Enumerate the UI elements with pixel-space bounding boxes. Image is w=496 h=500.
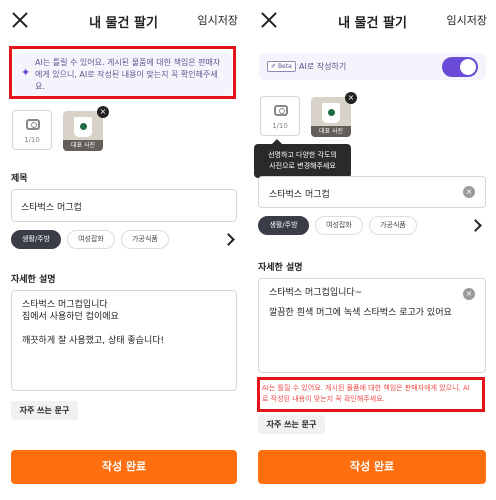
temp-save-button[interactable]: 임시저장 (198, 12, 238, 28)
photo-count: 1/10 (272, 122, 288, 130)
starbucks-logo (328, 109, 335, 116)
category-chip[interactable]: 생활/주방 (258, 216, 309, 235)
photo-count: 1/10 (24, 136, 40, 144)
description-label: 자세한 설명 (258, 263, 303, 273)
category-chip[interactable]: 가공식품 (121, 230, 169, 249)
header: 내 물건 팔기 임시저장 (249, 0, 496, 40)
submit-button[interactable]: 작성 완료 (258, 450, 486, 484)
description-line: 스타벅스 머그컵입니다 (22, 300, 108, 310)
ai-write-row: ✐ Beta AI로 작성하기 (259, 53, 486, 80)
description-line: 집에서 사용하던 컵이에요 (22, 312, 119, 322)
photo-thumbnail[interactable]: 대표 사진 (311, 97, 351, 137)
frequent-phrases-button[interactable]: 자주 쓰는 문구 (11, 401, 78, 420)
right-screen: 내 물건 팔기 임시저장 ✐ Beta AI로 작성하기 1/10 대표 사진 … (249, 0, 496, 500)
description-line: 깨끗하게 잘 사용했고, 상태 좋습니다! (22, 336, 165, 346)
category-chip[interactable]: 여성잡화 (315, 216, 363, 235)
category-chip[interactable]: 생활/주방 (11, 230, 61, 249)
add-photo-button[interactable]: 1/10 (260, 96, 300, 136)
remove-photo-icon[interactable]: × (345, 92, 357, 104)
title-label: 제목 (11, 174, 28, 184)
starbucks-logo (80, 123, 87, 130)
description-line (22, 323, 226, 335)
camera-icon (274, 105, 288, 116)
description-line (269, 299, 475, 307)
clear-icon[interactable]: × (463, 186, 475, 198)
remove-photo-icon[interactable]: × (97, 106, 109, 118)
camera-icon (26, 119, 40, 130)
chevron-right-icon[interactable] (222, 233, 235, 246)
title-value: 스타벅스 머그컵 (269, 190, 330, 200)
add-photo-button[interactable]: 1/10 (12, 110, 52, 150)
description-line: 스타벅스 머그컵입니다~ (269, 288, 363, 298)
temp-save-button[interactable]: 임시저장 (447, 12, 487, 28)
photo-thumbnail[interactable]: 대표 사진 (63, 111, 103, 151)
category-chip[interactable]: 가공식품 (369, 216, 417, 235)
description-input[interactable]: 스타벅스 머그컵입니다 집에서 사용하던 컵이에요 깨끗하게 잘 사용했고, 상… (11, 290, 237, 391)
submit-button[interactable]: 작성 완료 (11, 450, 237, 484)
tooltip-line: 사진으로 변경해주세요 (269, 162, 336, 170)
clear-icon[interactable]: × (463, 288, 475, 300)
highlight-box (257, 377, 485, 412)
header: 내 물건 팔기 임시저장 (0, 0, 247, 40)
category-chip[interactable]: 여성잡화 (67, 230, 115, 249)
left-screen: 내 물건 팔기 임시저장 ✦ AI는 틀릴 수 있어요. 게시된 물품에 대한 … (0, 0, 247, 500)
photo-tooltip: 선명하고 다양한 각도의 사진으로 변경해주세요 (254, 139, 351, 178)
thumbnail-label: 대표 사진 (311, 126, 351, 137)
description-input[interactable]: 스타벅스 머그컵입니다~ 깔끔한 흰색 머그에 녹색 스타벅스 로고가 있어요 (258, 278, 486, 373)
title-input[interactable]: 스타벅스 머그컵 (11, 189, 237, 222)
title-input[interactable]: 스타벅스 머그컵 (258, 176, 486, 208)
title-value: 스타벅스 머그컵 (21, 203, 82, 213)
beta-badge: ✐ Beta (267, 61, 296, 72)
tooltip-line: 선명하고 다양한 각도의 (268, 151, 337, 159)
toggle-knob (460, 59, 476, 75)
highlight-box (9, 46, 236, 99)
chevron-right-icon[interactable] (469, 219, 482, 232)
thumbnail-label: 대표 사진 (63, 140, 103, 151)
ai-toggle[interactable] (442, 57, 478, 77)
description-line: 깔끔한 흰색 머그에 녹색 스타벅스 로고가 있어요 (269, 308, 452, 318)
ai-write-label: AI로 작성하기 (299, 62, 347, 71)
frequent-phrases-button[interactable]: 자주 쓰는 문구 (258, 415, 325, 434)
description-label: 자세한 설명 (11, 275, 56, 285)
